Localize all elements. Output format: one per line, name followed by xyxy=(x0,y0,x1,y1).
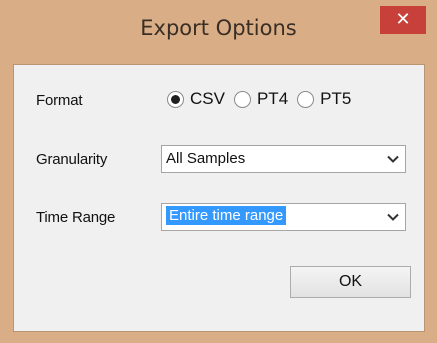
close-button[interactable]: ✕ xyxy=(380,6,426,34)
format-option-pt4[interactable]: PT4 xyxy=(233,89,289,109)
title-bar[interactable]: Export Options ✕ xyxy=(0,0,437,64)
radio-button-checked[interactable] xyxy=(167,90,184,108)
window-title: Export Options xyxy=(140,16,297,40)
chevron-down-icon xyxy=(387,213,399,221)
time-range-value: Entire time range xyxy=(166,206,287,225)
granularity-dropdown[interactable]: All Samples xyxy=(161,145,406,173)
radio-label-pt4: PT4 xyxy=(256,89,289,108)
time-range-label: Time Range xyxy=(36,209,116,226)
format-option-pt5[interactable]: PT5 xyxy=(297,89,351,109)
time-range-dropdown[interactable]: Entire time range xyxy=(161,203,406,231)
radio-label-csv: CSV xyxy=(190,89,225,108)
ok-button[interactable]: OK xyxy=(290,266,411,298)
radio-button[interactable] xyxy=(297,90,315,108)
format-label: Format xyxy=(36,92,83,109)
radio-button[interactable] xyxy=(233,90,251,108)
granularity-value: All Samples xyxy=(166,150,246,167)
granularity-label: Granularity xyxy=(36,151,108,168)
close-icon: ✕ xyxy=(395,9,411,30)
format-radio-group: CSV PT4 PT5 xyxy=(167,88,360,110)
format-option-csv[interactable]: CSV xyxy=(167,89,225,109)
dialog-body: Format CSV PT4 PT5 Granularity All Sampl… xyxy=(13,64,425,332)
chevron-down-icon xyxy=(387,155,399,163)
export-options-dialog: Export Options ✕ Format CSV PT4 PT5 Gran… xyxy=(0,0,437,343)
radio-label-pt5: PT5 xyxy=(320,89,352,108)
